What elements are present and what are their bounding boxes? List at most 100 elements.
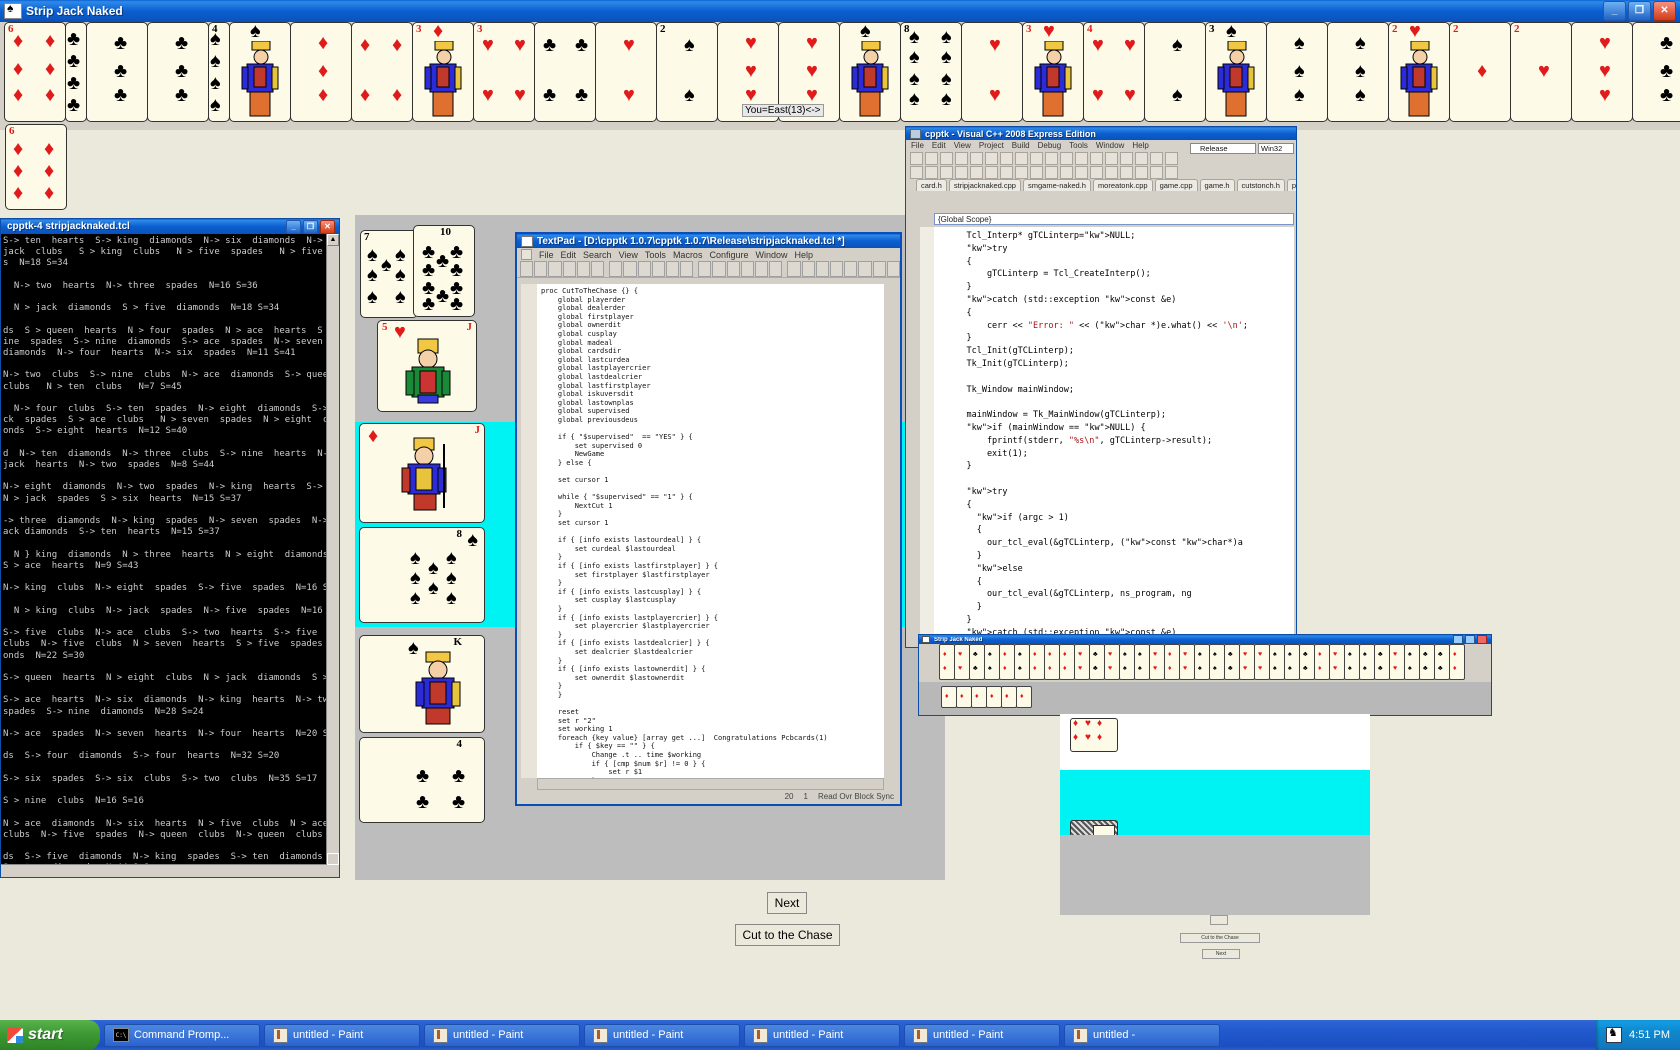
nested-hand-card[interactable]: ♣ ♣ <box>1374 644 1390 680</box>
vs-titlebar[interactable]: cpptk - Visual C++ 2008 Express Edition <box>906 127 1296 140</box>
textpad-toolbar-button[interactable] <box>801 261 815 277</box>
right-mini-cards[interactable]: ♦ ♥ ♦ ♦ ♥ ♦ <box>1070 718 1120 754</box>
textpad-toolbar-button[interactable] <box>886 261 900 277</box>
hand-card[interactable]: 4 ♥ ♥ ♥ ♥ <box>1083 22 1145 122</box>
minimize-button[interactable]: _ <box>1603 1 1626 21</box>
nested-hand-card[interactable]: ♠ ♠ <box>1014 644 1030 680</box>
textpad-toolbar-button[interactable] <box>815 261 829 277</box>
nested-maximize-button[interactable] <box>1465 635 1475 644</box>
console-minimize-button[interactable]: _ <box>286 219 301 234</box>
hand-card[interactable]: ♠ ♠ ♠ <box>1327 22 1389 122</box>
nested-hand-card[interactable]: ♥ ♥ <box>1104 644 1120 680</box>
hand-card[interactable]: 3 ♥ <box>1022 22 1084 122</box>
vs-toolbar-button[interactable] <box>1150 165 1163 179</box>
hand-card[interactable]: ♣ ♣ ♣ <box>1632 22 1680 122</box>
menu-macros[interactable]: Macros <box>673 250 703 260</box>
nested-hand-card[interactable]: ♣ ♣ <box>969 644 985 680</box>
nested-hand-card[interactable]: ♠ ♠ <box>1359 644 1375 680</box>
nested-hand-card[interactable]: ♠ ♠ <box>1269 644 1285 680</box>
hand-card[interactable]: ♠ ♠ ♠ <box>1266 22 1328 122</box>
textpad-toolbar-button[interactable] <box>637 261 651 277</box>
nested-close-button[interactable] <box>1477 635 1487 644</box>
table-pile-2[interactable]: J ♦ <box>359 423 485 523</box>
nested-hand-card[interactable]: ♠ ♠ <box>984 644 1000 680</box>
textpad-toolbar-button[interactable] <box>844 261 858 277</box>
vs-toolbar-button[interactable] <box>1120 151 1133 165</box>
right-next-button[interactable]: Next <box>1202 949 1240 959</box>
nested-hand-card[interactable]: ♦ ♦ <box>1449 644 1465 680</box>
vs-toolbar-button[interactable] <box>955 151 968 165</box>
vs-toolbar-button[interactable] <box>1135 165 1148 179</box>
close-button[interactable]: ✕ <box>1653 1 1676 21</box>
clock[interactable]: 4:51 PM <box>1629 1029 1670 1041</box>
hand-card[interactable]: ♠ <box>229 22 291 122</box>
vs-platform-dropdown[interactable]: Win32 <box>1258 143 1294 154</box>
nested-hand-card[interactable]: ♥ ♥ <box>1149 644 1165 680</box>
hand-card[interactable]: ♠ ♠ <box>1144 22 1206 122</box>
menu-search[interactable]: Search <box>583 250 612 260</box>
console-titlebar[interactable]: cpptk-4 stripjacknaked.tcl _ ❐ ✕ <box>1 219 339 234</box>
hand-card[interactable]: ♣ ♣ ♣ ♣ <box>534 22 596 122</box>
textpad-toolbar-button[interactable] <box>623 261 637 277</box>
hand-card[interactable]: 2 ♥ <box>1510 22 1572 122</box>
hand-card[interactable]: ♠ <box>839 22 901 122</box>
textpad-toolbar-button[interactable] <box>712 261 726 277</box>
nested-hand-card[interactable]: ♦ ♦ <box>999 644 1015 680</box>
vs-toolbar-button[interactable] <box>1150 151 1163 165</box>
textpad-toolbar-button[interactable] <box>858 261 872 277</box>
vs-toolbar-button[interactable] <box>1135 151 1148 165</box>
nested-game-titlebar[interactable]: Strip Jack Naked <box>919 635 1491 644</box>
taskbar-item[interactable]: C:\ Command Promp... <box>104 1023 260 1047</box>
game-titlebar[interactable]: Strip Jack Naked _ ❐ ✕ <box>0 0 1680 22</box>
textpad-toolbar[interactable] <box>517 261 900 278</box>
vs-toolbar-button[interactable] <box>925 165 938 179</box>
textpad-toolbar-button[interactable] <box>740 261 754 277</box>
textpad-menubar[interactable]: File Edit Search View Tools Macros Confi… <box>517 248 900 261</box>
hand-card[interactable]: 2 ♠ ♠ <box>656 22 718 122</box>
hand-card[interactable]: ♦ ♦ ♦ ♦ <box>351 22 413 122</box>
textpad-toolbar-button[interactable] <box>576 261 590 277</box>
textpad-toolbar-button[interactable] <box>755 261 769 277</box>
hand-card[interactable]: ♥ ♥ <box>595 22 657 122</box>
textpad-toolbar-button[interactable] <box>590 261 605 277</box>
vs-toolbar-button[interactable] <box>1000 151 1013 165</box>
hand-card[interactable]: 3 ♦ <box>412 22 474 122</box>
nested-hand-card[interactable]: ♠ ♠ <box>1209 644 1225 680</box>
hand-card[interactable]: 8 ♠ ♠ ♠ ♠ ♠ ♠ ♠ ♠ <box>900 22 962 122</box>
taskbar-item[interactable]: untitled - Paint <box>264 1023 420 1047</box>
hand-card[interactable]: ♥ ♥ ♥ <box>1571 22 1633 122</box>
textpad-toolbar-button[interactable] <box>665 261 680 277</box>
nested-hand-card[interactable]: ♠ ♠ <box>1194 644 1210 680</box>
nested-hand-card[interactable]: ♠ ♠ <box>1344 644 1360 680</box>
nested-hand-card[interactable]: ♥ ♥ <box>1254 644 1270 680</box>
vs-toolbar-button[interactable] <box>1090 165 1103 179</box>
nested-table-card[interactable]: ♦ <box>971 686 987 708</box>
textpad-toolbar-button[interactable] <box>520 261 534 277</box>
vs-config-dropdown[interactable]: Release <box>1190 143 1256 154</box>
vs-menu-file[interactable]: File <box>911 141 924 150</box>
nested-hand-card[interactable]: ♠ ♠ <box>1284 644 1300 680</box>
vs-menu-help[interactable]: Help <box>1132 141 1148 150</box>
vs-toolbar-button[interactable] <box>1045 151 1058 165</box>
vs-standard-toolbar[interactable]: Release Win32 <box>906 143 1296 165</box>
textpad-toolbar-button[interactable] <box>562 261 576 277</box>
nested-hand-card[interactable]: ♥ ♥ <box>1389 644 1405 680</box>
hand-card[interactable]: 4 ♠ ♠ ♠ ♠ <box>208 22 230 122</box>
hand-card[interactable]: ♣ ♣ ♣ <box>147 22 209 122</box>
vs-tab-card-h[interactable]: card.h <box>916 179 947 191</box>
menu-view[interactable]: View <box>619 250 638 260</box>
nested-hand-card[interactable]: ♣ ♣ <box>1089 644 1105 680</box>
vs-toolbar-button[interactable] <box>1090 151 1103 165</box>
console-vertical-scrollbar[interactable]: ▲ <box>326 234 339 877</box>
table-pile-5[interactable]: 4 ♣ ♣ ♣ ♣ <box>359 737 485 823</box>
nested-table-card[interactable]: ♦ <box>986 686 1002 708</box>
vs-menu-build[interactable]: Build <box>1012 141 1030 150</box>
menu-help[interactable]: Help <box>795 250 814 260</box>
nested-hand-card[interactable]: ♣ ♣ <box>1419 644 1435 680</box>
vs-toolbar-button[interactable] <box>1030 165 1043 179</box>
vs-menu-project[interactable]: Project <box>979 141 1004 150</box>
vs-toolbar-button[interactable] <box>985 165 998 179</box>
vs-toolbar-button[interactable] <box>1000 165 1013 179</box>
hand-card[interactable]: ♣ ♣ ♣ <box>86 22 148 122</box>
right-cut-button[interactable]: Cut to the Chase <box>1180 933 1260 943</box>
